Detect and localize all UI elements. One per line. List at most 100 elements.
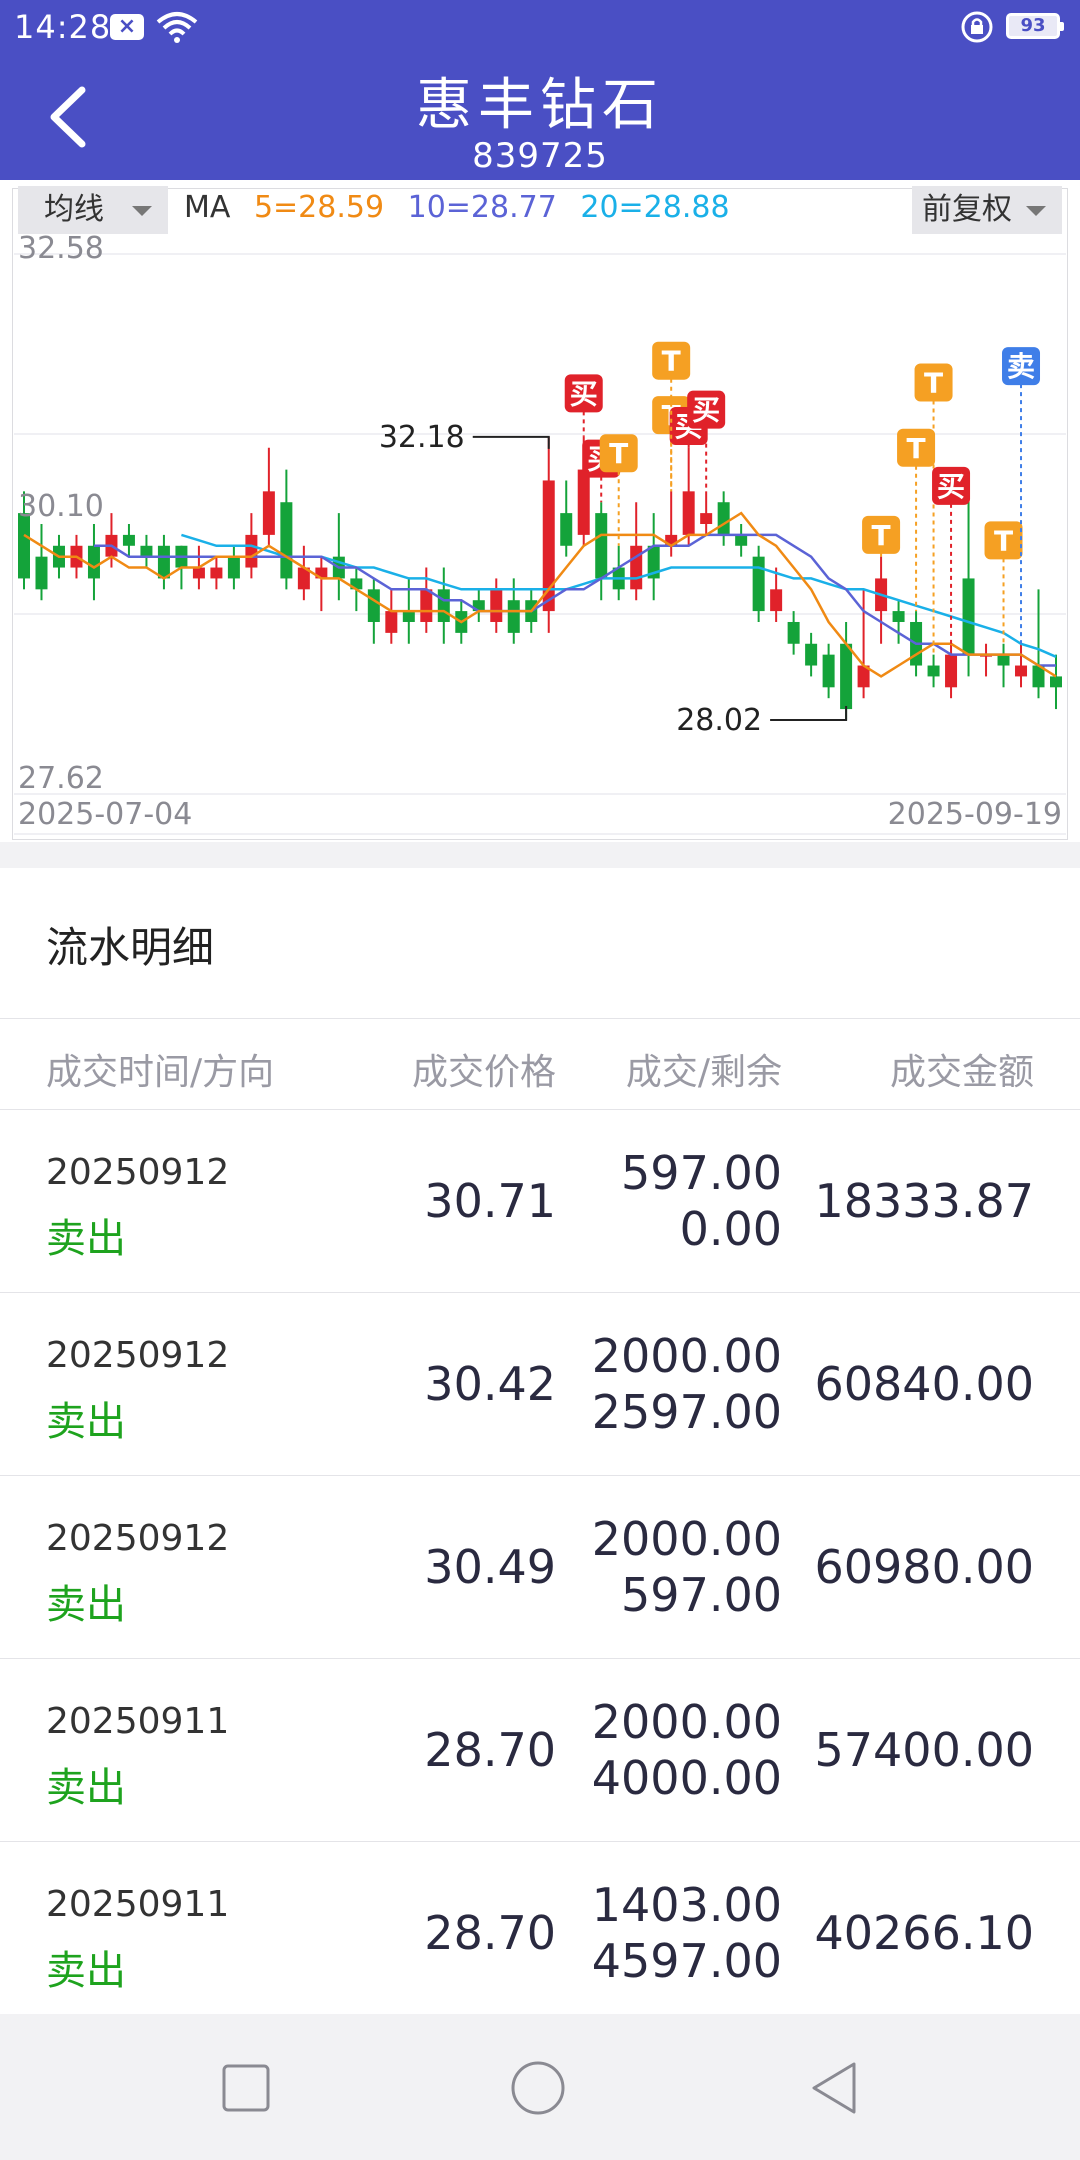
trade-price: 30.42: [424, 1357, 556, 1411]
indicator-select[interactable]: 均线: [18, 186, 168, 234]
trade-price: 28.70: [424, 1906, 556, 1960]
candle-body: [577, 469, 590, 535]
trade-qty: 597.00: [621, 1146, 782, 1200]
trade-marker-label: T: [609, 437, 628, 470]
trade-remain: 4597.00: [591, 1934, 782, 1988]
candle-body: [770, 589, 783, 612]
trade-marker-label: 卖: [1007, 350, 1035, 383]
rotation-lock-icon: [961, 11, 993, 43]
candle-body: [437, 589, 450, 622]
trade-remain: 0.00: [679, 1202, 782, 1256]
chevron-down-icon: [1026, 206, 1046, 216]
table-row[interactable]: 20250911 卖出 28.70 1403.00 4597.00 40266.…: [0, 1842, 1080, 2014]
trade-date: 20250912: [46, 1335, 230, 1376]
candle-body: [805, 643, 818, 666]
trade-marker-label: T: [872, 519, 891, 552]
kline-chart-panel: 32.58 30.10 27.62 2025-07-04 2025-09-19 32.18…: [0, 180, 1080, 842]
col-header-qty: 成交/剩余: [625, 1052, 782, 1093]
trade-date: 20250912: [46, 1152, 230, 1193]
stock-name: 惠丰钻石: [416, 73, 664, 138]
kline-chart[interactable]: 32.58 30.10 27.622025-07-04 2025-09-19 32.18…: [0, 180, 1080, 842]
trade-direction: 卖出: [46, 1948, 126, 1994]
trade-marker-label: T: [924, 366, 943, 399]
candle-body: [420, 589, 433, 622]
app-header: 14:28 × 93 惠丰钻石 839725: [0, 0, 1080, 180]
trade-amount: 57400.00: [814, 1723, 1035, 1777]
ma10-value: 10=28.77: [407, 190, 557, 225]
battery-icon: 93: [1006, 13, 1064, 39]
trade-list-card: 流水明细 成交时间/方向 成交价格 成交/剩余 成交金额 20250912 卖出…: [0, 868, 1080, 2014]
home-icon[interactable]: [510, 2060, 566, 2116]
candle-body: [280, 502, 293, 579]
candle-body: [735, 534, 748, 546]
ma-legend: MA 5=28.59 10=28.77 20=28.88: [184, 190, 744, 225]
candle-body: [542, 480, 555, 612]
section-title: 流水明细: [46, 923, 215, 972]
back-icon[interactable]: [806, 2060, 862, 2116]
trade-amount: 40266.10: [814, 1906, 1035, 1960]
candle-body: [1050, 676, 1062, 688]
candle-body: [945, 654, 958, 688]
table-row[interactable]: 20250912 卖出 30.42 2000.00 2597.00 60840.…: [0, 1293, 1080, 1476]
system-nav-bar: [0, 2014, 1080, 2160]
trade-price: 28.70: [424, 1723, 556, 1777]
table-row[interactable]: 20250912 卖出 30.71 597.00 0.00 18333.87: [0, 1110, 1080, 1293]
candle-body: [752, 556, 765, 612]
trade-qty: 2000.00: [591, 1329, 782, 1383]
adjust-select[interactable]: 前复权: [912, 186, 1062, 234]
trade-amount: 60840.00: [814, 1357, 1035, 1411]
trade-remain: 4000.00: [591, 1751, 782, 1805]
trade-marker-label: 买: [937, 470, 965, 503]
candle-body: [682, 491, 695, 535]
candle-body: [490, 589, 503, 622]
candle-body: [1015, 665, 1028, 677]
trade-qty: 2000.00: [591, 1695, 782, 1749]
wifi-icon: [156, 12, 198, 43]
high-leader-line: [472, 435, 550, 449]
x-start-label: 2025-07-04: [18, 797, 192, 832]
indicator-select-label: 均线: [44, 192, 104, 227]
chevron-down-icon: [132, 206, 152, 216]
ma5-line: [23, 511, 1057, 678]
table-row[interactable]: 20250911 卖出 28.70 2000.00 4000.00 57400.…: [0, 1659, 1080, 1842]
col-header-amount: 成交金额: [889, 1052, 1034, 1093]
y-mid-label: 30.10: [18, 489, 104, 524]
status-time: 14:28: [14, 8, 112, 46]
trade-remain: 2597.00: [591, 1385, 782, 1439]
trade-price: 30.49: [424, 1540, 556, 1594]
candle-body: [595, 513, 608, 579]
trade-qty: 1403.00: [591, 1878, 782, 1932]
candle-body: [245, 534, 258, 568]
candle-body: [997, 654, 1010, 666]
col-header-price: 成交价格: [411, 1052, 556, 1093]
candle-body: [157, 545, 170, 579]
candle-body: [35, 556, 48, 590]
trade-amount: 60980.00: [814, 1540, 1035, 1594]
candle-body: [385, 611, 398, 633]
trade-marker-label: T: [994, 524, 1013, 557]
ma-label: MA: [184, 190, 231, 225]
trade-remain: 597.00: [621, 1568, 782, 1622]
trade-direction: 卖出: [46, 1765, 126, 1811]
trade-date: 20250912: [46, 1518, 230, 1559]
stock-code: 839725: [472, 136, 608, 176]
table-header: 成交时间/方向 成交价格 成交/剩余 成交金额: [0, 1018, 1080, 1110]
table-row[interactable]: 20250912 卖出 30.49 2000.00 597.00 60980.0…: [0, 1476, 1080, 1659]
ma20-value: 20=28.88: [580, 190, 730, 225]
candle-body: [700, 513, 713, 524]
low-price-label: 28.02: [676, 703, 762, 738]
trade-date: 20250911: [46, 1884, 230, 1925]
trade-marker-label: T: [662, 345, 681, 378]
trade-direction: 卖出: [46, 1399, 126, 1445]
candle-body: [630, 545, 643, 590]
ma5-value: 5=28.59: [253, 190, 385, 225]
trade-date: 20250911: [46, 1701, 230, 1742]
col-header-time: 成交时间/方向: [46, 1052, 275, 1093]
y-min-label: 27.62: [18, 761, 104, 796]
notification-x-icon: ×: [110, 14, 144, 40]
candle-body: [262, 491, 275, 535]
candle-body: [787, 621, 800, 644]
candle-body: [227, 556, 240, 579]
candle-body: [892, 611, 905, 622]
recent-apps-icon[interactable]: [218, 2060, 274, 2116]
